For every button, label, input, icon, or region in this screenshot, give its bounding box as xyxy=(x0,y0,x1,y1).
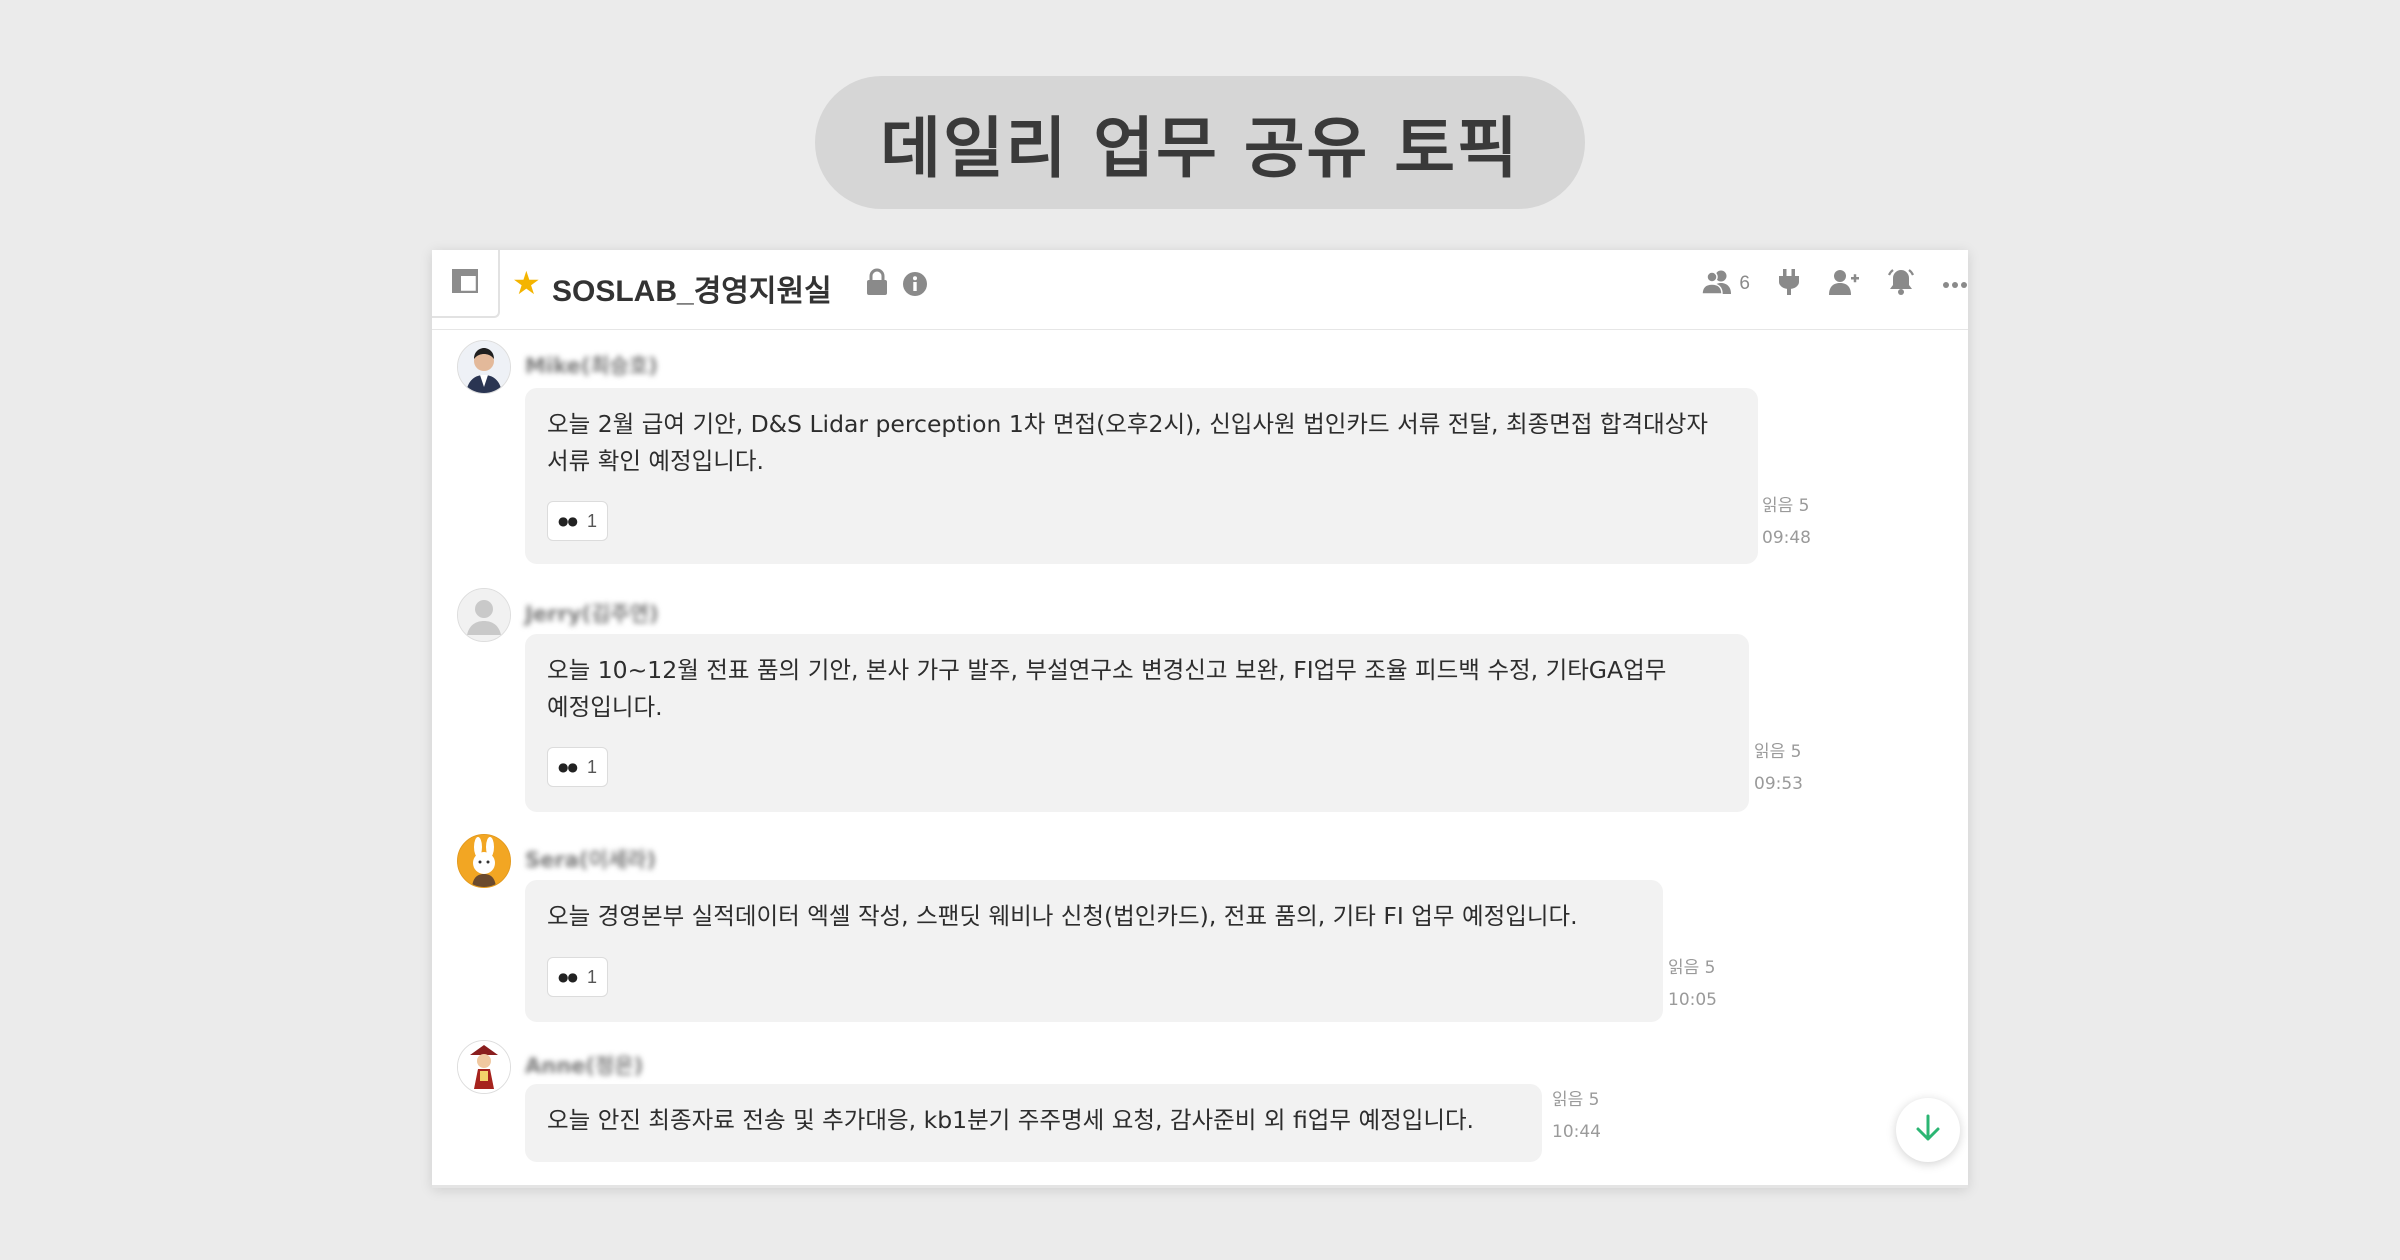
sender-name: Anne(정은) xyxy=(525,1054,644,1078)
more-button[interactable] xyxy=(1942,275,1968,294)
pin-button[interactable] xyxy=(1776,267,1802,301)
avatar[interactable] xyxy=(457,340,511,394)
arrow-down-icon xyxy=(1914,1113,1942,1147)
message-text: 오늘 10~12월 전표 품의 기안, 본사 가구 발주, 부설연구소 변경신고… xyxy=(547,656,1667,721)
sender-name: Sera(이세라) xyxy=(525,848,657,872)
sender-name: Mike(최승호) xyxy=(525,354,658,378)
eyes-emoji-icon: ●● xyxy=(558,970,578,984)
message-text: 오늘 2월 급여 기안, D&S Lidar perception 1차 면접(… xyxy=(547,410,1709,475)
members-button[interactable]: 6 xyxy=(1701,269,1750,299)
message-text: 오늘 경영본부 실적데이터 엑셀 작성, 스팬딧 웨비나 신청(법인카드), 전… xyxy=(547,902,1578,930)
panel-toggle-button[interactable] xyxy=(432,250,500,318)
timestamp: 10:44 xyxy=(1552,1122,1601,1142)
eyes-emoji-icon: ●● xyxy=(558,514,578,528)
message-item: Sera(이세라) 오늘 경영본부 실적데이터 엑셀 작성, 스팬딧 웨비나 신… xyxy=(432,834,1968,1022)
notification-button[interactable] xyxy=(1886,267,1916,301)
room-title: SOSLAB_경영지원실 xyxy=(552,275,832,308)
message-meta: 읽음 5 10:44 xyxy=(1552,1084,1601,1148)
scroll-to-bottom-button[interactable] xyxy=(1896,1098,1960,1162)
message-item: Mike(최승호) 오늘 2월 급여 기안, D&S Lidar percept… xyxy=(432,340,1968,564)
message-bubble: 오늘 경영본부 실적데이터 엑셀 작성, 스팬딧 웨비나 신청(법인카드), 전… xyxy=(525,880,1663,1022)
timestamp: 09:48 xyxy=(1762,528,1811,548)
star-icon[interactable]: ★ xyxy=(512,264,541,302)
read-count: 읽음 5 xyxy=(1754,742,1802,762)
more-icon xyxy=(1942,275,1968,294)
message-text: 오늘 안진 최종자료 전송 및 추가대응, kb1분기 주주명세 요청, 감사준… xyxy=(547,1106,1475,1134)
avatar[interactable] xyxy=(457,834,511,888)
message-meta: 읽음 5 09:53 xyxy=(1754,736,1803,800)
header-actions: 6 xyxy=(1701,264,1968,304)
lock-icon xyxy=(864,268,890,300)
reaction-count: 1 xyxy=(586,510,597,531)
topic-banner-title: 데일리 업무 공유 토픽 xyxy=(880,109,1520,187)
avatar[interactable] xyxy=(457,588,511,642)
message-bubble: 오늘 안진 최종자료 전송 및 추가대응, kb1분기 주주명세 요청, 감사준… xyxy=(525,1084,1542,1162)
reaction-chip[interactable]: ●● 1 xyxy=(547,747,608,787)
bell-icon xyxy=(1886,267,1916,301)
timestamp: 10:05 xyxy=(1668,990,1717,1010)
panel-icon xyxy=(451,268,479,297)
read-count: 읽음 5 xyxy=(1668,958,1716,978)
members-icon xyxy=(1701,269,1733,299)
reaction-count: 1 xyxy=(586,966,597,987)
topic-banner: 데일리 업무 공유 토픽 xyxy=(815,76,1585,209)
message-item: Anne(정은) 오늘 안진 최종자료 전송 및 추가대응, kb1분기 주주명… xyxy=(432,1040,1968,1180)
message-meta: 읽음 5 10:05 xyxy=(1668,952,1717,1016)
pin-icon xyxy=(1776,267,1802,301)
message-meta: 읽음 5 09:48 xyxy=(1762,490,1811,554)
timestamp: 09:53 xyxy=(1754,774,1803,794)
divider xyxy=(432,1185,1968,1188)
chat-window: ★ SOSLAB_경영지원실 6 Mike(최승호) 오늘 2월 급여 기안, … xyxy=(432,250,1968,1188)
sender-name: Jerry(김주연) xyxy=(525,602,659,626)
message-bubble: 오늘 2월 급여 기안, D&S Lidar perception 1차 면접(… xyxy=(525,388,1758,564)
reaction-chip[interactable]: ●● 1 xyxy=(547,501,608,541)
chat-header: ★ SOSLAB_경영지원실 6 xyxy=(432,250,1968,330)
eyes-emoji-icon: ●● xyxy=(558,760,578,774)
member-count: 6 xyxy=(1739,273,1750,294)
reaction-chip[interactable]: ●● 1 xyxy=(547,957,608,997)
avatar[interactable] xyxy=(457,1040,511,1094)
info-icon[interactable] xyxy=(902,271,928,301)
invite-user-icon xyxy=(1828,268,1860,300)
read-count: 읽음 5 xyxy=(1552,1090,1600,1110)
reaction-count: 1 xyxy=(586,756,597,777)
invite-user-button[interactable] xyxy=(1828,268,1860,300)
read-count: 읽음 5 xyxy=(1762,496,1810,516)
message-bubble: 오늘 10~12월 전표 품의 기안, 본사 가구 발주, 부설연구소 변경신고… xyxy=(525,634,1749,812)
message-item: Jerry(김주연) 오늘 10~12월 전표 품의 기안, 본사 가구 발주,… xyxy=(432,588,1968,812)
